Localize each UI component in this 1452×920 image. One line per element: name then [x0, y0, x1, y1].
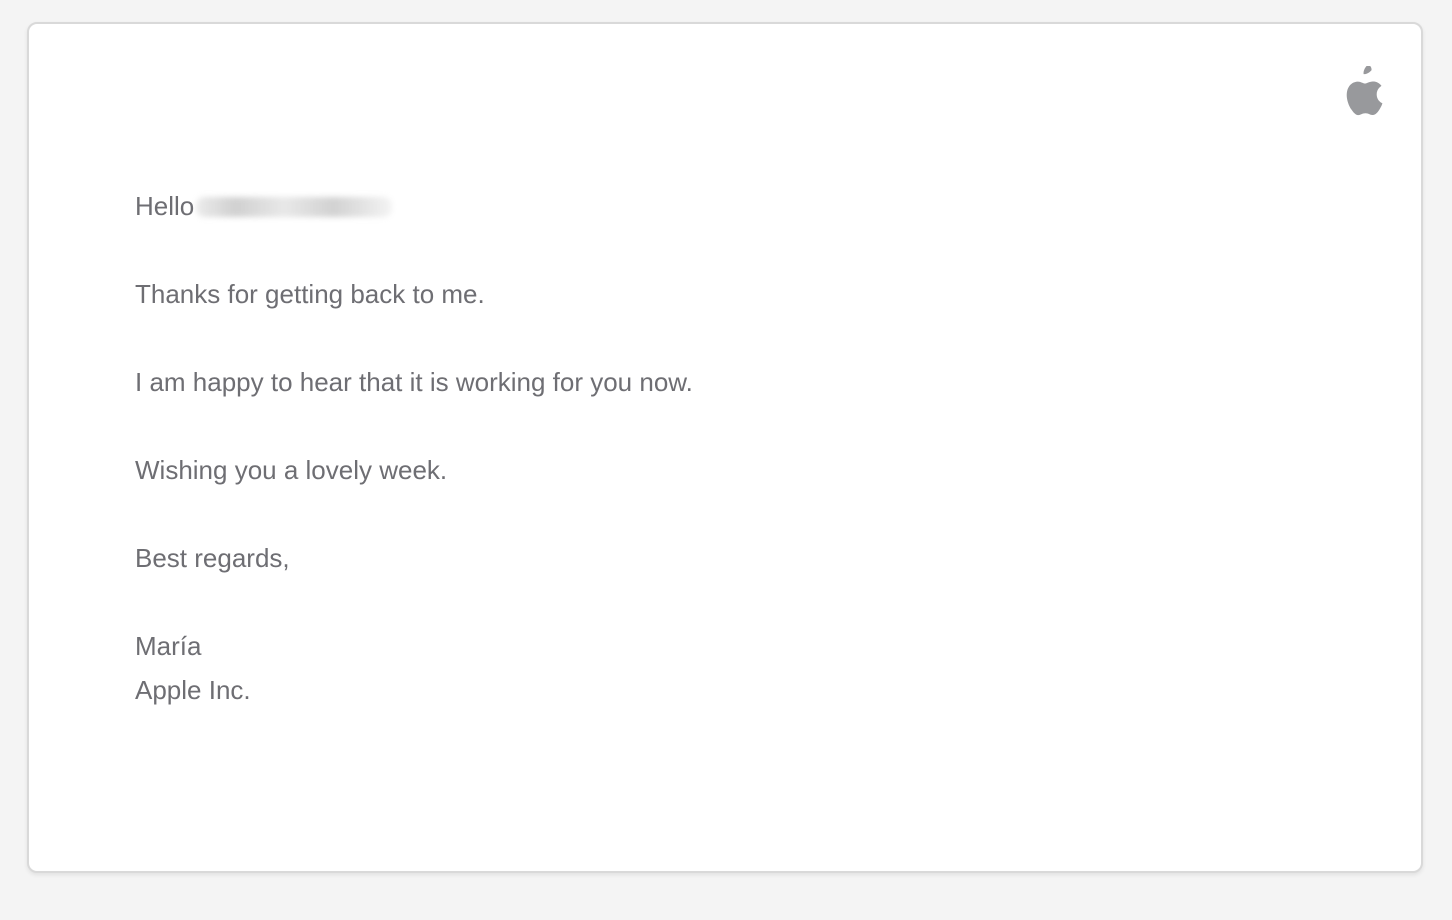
- body-paragraph: Wishing you a lovely week.: [135, 455, 448, 485]
- greeting-line: Hello: [135, 184, 693, 228]
- signature-name: María: [135, 631, 202, 661]
- email-body: Hello Thanks for getting back to me. I a…: [135, 184, 693, 712]
- signature-company: Apple Inc.: [135, 675, 251, 705]
- apple-logo-icon: [1346, 66, 1383, 116]
- body-paragraph: Thanks for getting back to me.: [135, 279, 485, 309]
- signature: María Apple Inc.: [135, 624, 693, 712]
- greeting-text: Hello: [135, 191, 195, 221]
- redacted-recipient-name: [196, 197, 393, 217]
- closing-line: Best regards,: [135, 543, 290, 573]
- email-card: Hello Thanks for getting back to me. I a…: [27, 22, 1423, 873]
- body-paragraph: I am happy to hear that it is working fo…: [135, 367, 693, 397]
